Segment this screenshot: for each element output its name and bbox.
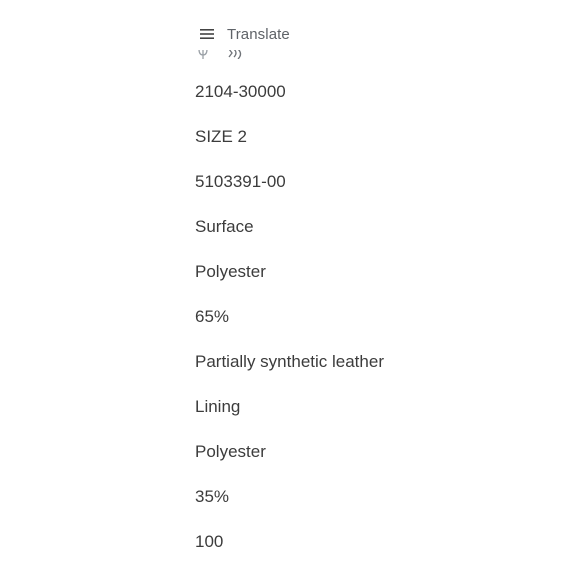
speaker-icon[interactable]	[228, 49, 244, 59]
result-line: Polyester	[195, 442, 266, 461]
hamburger-menu-icon	[200, 29, 214, 39]
result-line: SIZE 2	[195, 127, 247, 146]
result-line: Lining	[195, 397, 241, 416]
result-line: 2104-30000	[195, 82, 286, 101]
result-line: 100	[195, 532, 224, 551]
result-line: 5103391-00	[195, 172, 286, 191]
result-line: Partially synthetic leather	[195, 352, 384, 371]
result-line: Polyester	[195, 262, 266, 281]
result-line: Surface	[195, 217, 254, 236]
app-title: Translate	[227, 26, 290, 43]
translation-result-list: 2104-30000 SIZE 2 5103391-00 Surface Pol…	[195, 80, 384, 575]
microphone-icon[interactable]	[196, 49, 210, 59]
menu-button[interactable]	[196, 22, 218, 46]
partially-hidden-toolbar	[196, 49, 256, 59]
result-line: 65%	[195, 307, 230, 326]
top-app-bar: Translate	[0, 18, 580, 50]
result-line: 35%	[195, 487, 230, 506]
